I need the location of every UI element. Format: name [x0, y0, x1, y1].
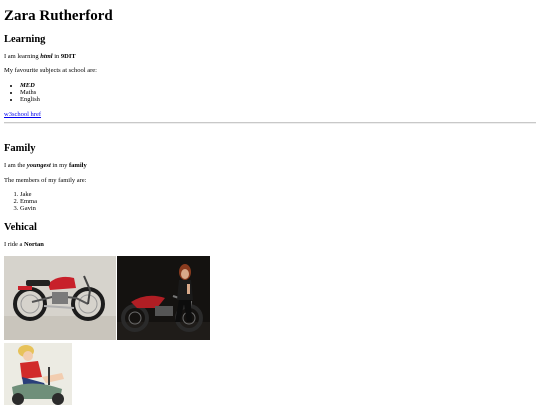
vehicle-sentence: I ride a Nortan — [4, 241, 44, 248]
vehicle-heading: Vehical — [4, 222, 37, 233]
page-title: Zara Rutherford — [4, 8, 113, 24]
subject-item: English — [20, 96, 40, 103]
rider-on-motorcycle-photo — [117, 256, 210, 340]
motorcycle-image — [4, 256, 116, 340]
family-word: family — [69, 162, 87, 169]
learning-class-name: 9DIT — [60, 53, 76, 60]
vehicle-sentence-prefix: I ride a — [4, 241, 25, 248]
subjects-list: MED Maths English — [4, 82, 40, 103]
w3school-link[interactable]: w3school href — [4, 111, 41, 118]
learning-sentence-prefix: I am learning — [4, 53, 41, 60]
family-position: youngest — [26, 162, 51, 169]
member-item: Gavin — [20, 205, 37, 212]
subjects-intro: My favourite subjects at school are: — [4, 67, 97, 74]
family-sentence: I am the youngest in my family — [4, 162, 87, 169]
learning-subject: html — [40, 53, 53, 60]
members-intro: The members of my family are: — [4, 177, 87, 184]
subject-item: Maths — [20, 89, 40, 96]
subject-item: MED — [20, 82, 40, 89]
member-item: Jake — [20, 191, 37, 198]
red-motorcycle-photo — [4, 256, 116, 340]
family-sentence-prefix: I am the — [4, 162, 27, 169]
section-divider — [4, 122, 536, 124]
learning-heading: Learning — [4, 34, 46, 45]
family-sentence-middle: in my — [50, 162, 70, 169]
member-item: Emma — [20, 198, 37, 205]
members-list: Jake Emma Gavin — [4, 191, 37, 212]
vehicle-brand: Nortan — [24, 241, 44, 248]
learning-sentence-middle: in — [52, 53, 61, 60]
pinup-scooter-illustration — [4, 343, 72, 405]
family-heading: Family — [4, 143, 36, 154]
scooter-image — [4, 343, 72, 405]
learning-sentence: I am learning html in 9DIT — [4, 53, 76, 60]
rider-image — [117, 256, 210, 340]
